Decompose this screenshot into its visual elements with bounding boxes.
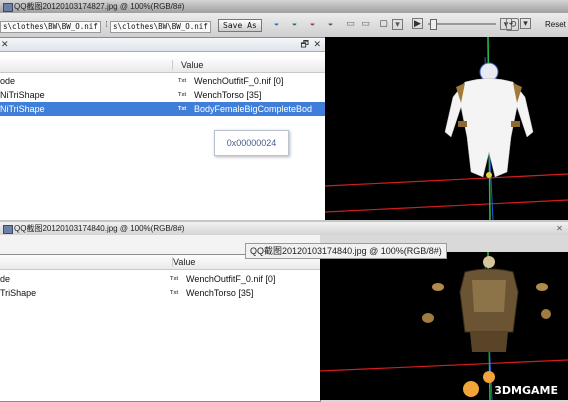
loop-icon[interactable]: ⟲ <box>506 18 519 31</box>
dropdown-chevron-icon[interactable]: ▾ <box>392 19 403 30</box>
view-mode-icon[interactable]: ◒ <box>271 18 282 29</box>
render-viewport-top[interactable] <box>325 37 568 220</box>
column-header-row: Value <box>0 58 325 73</box>
close-icon[interactable]: ✕ <box>1 39 9 50</box>
scene-canvas <box>320 252 568 400</box>
watermark: 3DMGAME <box>494 384 558 397</box>
row-value: WenchTorso [35] <box>194 90 262 100</box>
close-pane-icon[interactable]: ✕ <box>313 39 321 50</box>
floating-window-title: QQ截图20120103174840.jpg @ 100%(RGB/8#) <box>245 243 447 259</box>
reset-button[interactable]: Reset <box>545 20 566 29</box>
block-details-pane-top: ✕ 🗗 ✕ Value ode Txt WenchOutfitF_0.nif [… <box>0 37 326 222</box>
row-key: TriShape <box>0 288 37 298</box>
txt-type-icon: Txt <box>170 290 179 296</box>
document-icon <box>3 225 13 234</box>
document-icon <box>3 3 13 12</box>
txt-type-icon: Txt <box>178 78 187 84</box>
value-tooltip: 0x00000024 <box>214 130 289 156</box>
table-row[interactable]: de Txt WenchOutfitF_0.nif [0] <box>0 272 320 286</box>
animation-slider-handle[interactable] <box>430 19 437 30</box>
column-separator <box>172 60 173 70</box>
close-icon[interactable]: ✕ <box>555 224 564 233</box>
row-value: WenchTorso [35] <box>186 288 254 298</box>
bottom-window-title: QQ截图20120103174840.jpg @ 100%(RGB/8#) <box>14 224 185 233</box>
row-key: NiTriShape <box>0 90 45 100</box>
table-row[interactable]: ode Txt WenchOutfitF_0.nif [0] <box>0 74 325 88</box>
top-window-titlebar: QQ截图20120103174827.jpg @ 100%(RGB/8#) <box>0 0 568 13</box>
view-top-icon[interactable]: ▭ <box>360 18 371 29</box>
3dmgame-logo-icon <box>463 381 479 397</box>
view-mode-icon[interactable]: ◒ <box>289 18 300 29</box>
top-window-title: QQ截图20120103174827.jpg @ 100%(RGB/8#) <box>14 2 185 11</box>
flip-view-icon[interactable]: ▢ <box>378 18 389 29</box>
table-row[interactable]: NiTriShape Txt WenchTorso [35] <box>0 88 325 102</box>
view-mode-icon[interactable]: ◒ <box>325 18 336 29</box>
table-row[interactable]: TriShape Txt WenchTorso [35] <box>0 286 320 300</box>
grid-line <box>325 173 568 187</box>
load-path-field[interactable]: s\clothes\BW\BW_O.nif <box>0 21 101 33</box>
table-row-selected[interactable]: NiTriShape Txt BodyFemaleBigCompleteBod <box>0 102 325 116</box>
bottom-window-titlebar: QQ截图20120103174840.jpg @ 100%(RGB/8#) ✕ <box>0 222 568 235</box>
row-value: WenchOutfitF_0.nif [0] <box>186 274 276 284</box>
view-mode-icon[interactable]: ◒ <box>307 18 318 29</box>
play-icon[interactable]: ▶ <box>412 18 423 29</box>
float-pane-icon[interactable]: 🗗 <box>301 39 309 50</box>
row-key: de <box>0 274 11 284</box>
animation-slider-track[interactable] <box>428 23 496 25</box>
save-path-field[interactable]: s\clothes\BW\BW_O.nif <box>110 21 211 33</box>
column-header-value[interactable]: Value <box>173 255 195 269</box>
dropdown-chevron-icon[interactable]: ▾ <box>520 18 531 29</box>
grid-line <box>320 359 568 372</box>
row-value: BodyFemaleBigCompleteBod <box>194 104 313 114</box>
txt-type-icon: Txt <box>178 106 187 112</box>
nifskope-toolbar: s\clothes\BW\BW_O.nif ⁞ s\clothes\BW\BW_… <box>0 13 568 38</box>
menu-bar-fragment <box>200 0 560 4</box>
column-header-value[interactable]: Value <box>181 58 203 72</box>
row-key: NiTriShape <box>0 104 45 114</box>
grid-line <box>325 199 568 213</box>
txt-type-icon: Txt <box>170 276 179 282</box>
txt-type-icon: Txt <box>178 92 187 98</box>
row-key: ode <box>0 76 16 86</box>
view-front-icon[interactable]: ▭ <box>345 18 356 29</box>
pane-header: ✕ 🗗 ✕ <box>0 38 325 52</box>
render-viewport-bottom[interactable] <box>320 252 568 400</box>
scene-canvas <box>325 37 568 220</box>
row-value: WenchOutfitF_0.nif [0] <box>194 76 284 86</box>
block-details-pane-bottom: Value de Txt WenchOutfitF_0.nif [0] TriS… <box>0 254 321 402</box>
save-as-button[interactable]: Save As <box>218 19 262 32</box>
